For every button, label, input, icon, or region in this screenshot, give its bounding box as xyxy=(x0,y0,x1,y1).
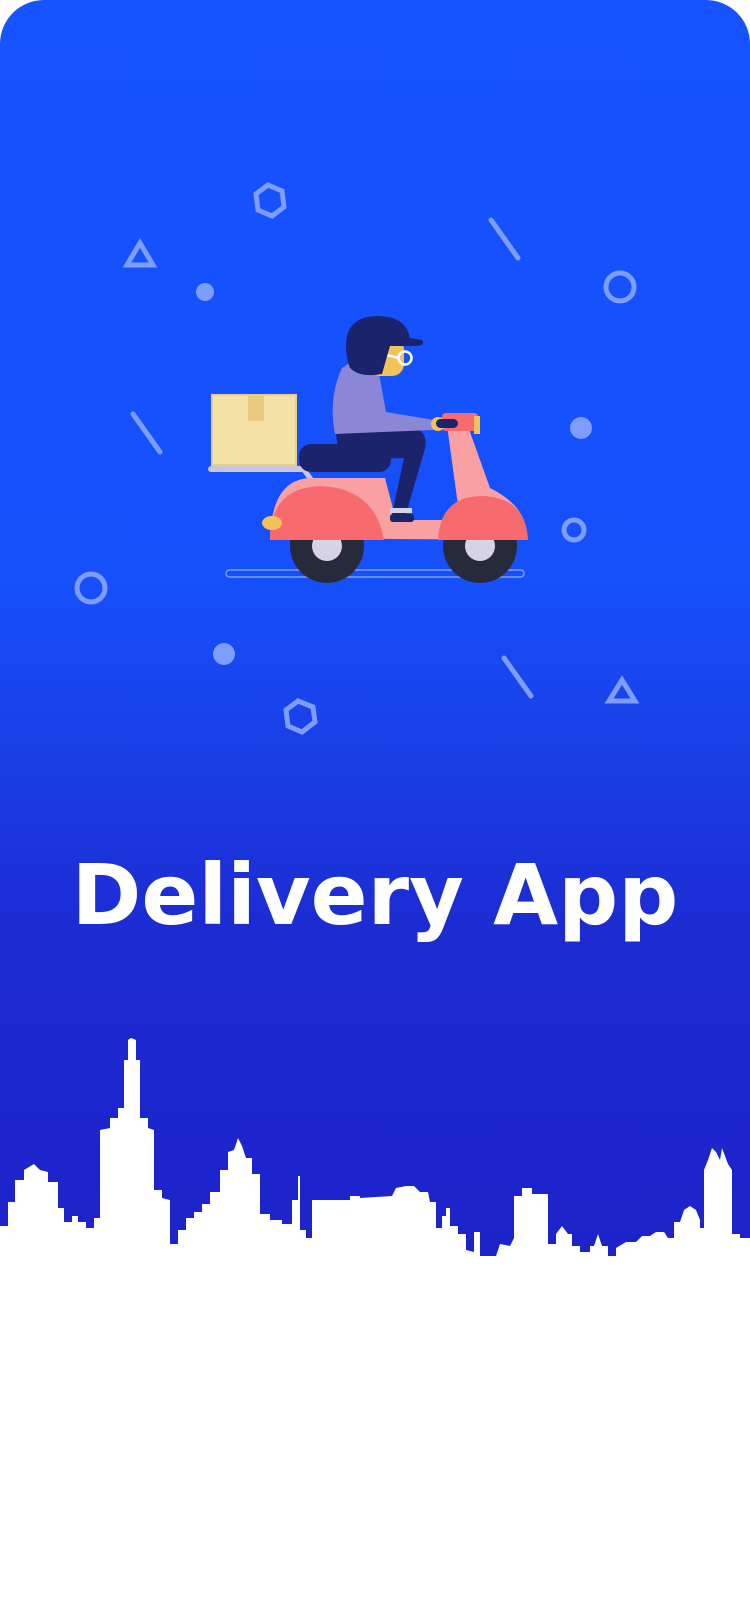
city-skyline xyxy=(0,1038,750,1290)
hexagon-icon xyxy=(253,182,287,219)
dot-icon xyxy=(570,417,592,439)
box-icon xyxy=(211,394,297,466)
circle-icon xyxy=(603,270,637,304)
line-icon xyxy=(488,217,521,261)
dot-icon xyxy=(213,643,235,665)
app-title: Delivery App xyxy=(71,846,679,944)
triangle-icon xyxy=(604,675,640,704)
triangle-icon xyxy=(122,238,158,268)
splash-screen: Delivery App xyxy=(0,0,750,1624)
hexagon-icon xyxy=(283,698,318,735)
dot-icon xyxy=(196,283,214,301)
hero-background: Delivery App xyxy=(0,0,750,1290)
line-icon xyxy=(501,655,534,699)
line-icon xyxy=(130,411,163,455)
circle-icon xyxy=(74,571,108,605)
circle-icon xyxy=(561,517,587,543)
delivery-scooter-illustration xyxy=(208,316,528,583)
